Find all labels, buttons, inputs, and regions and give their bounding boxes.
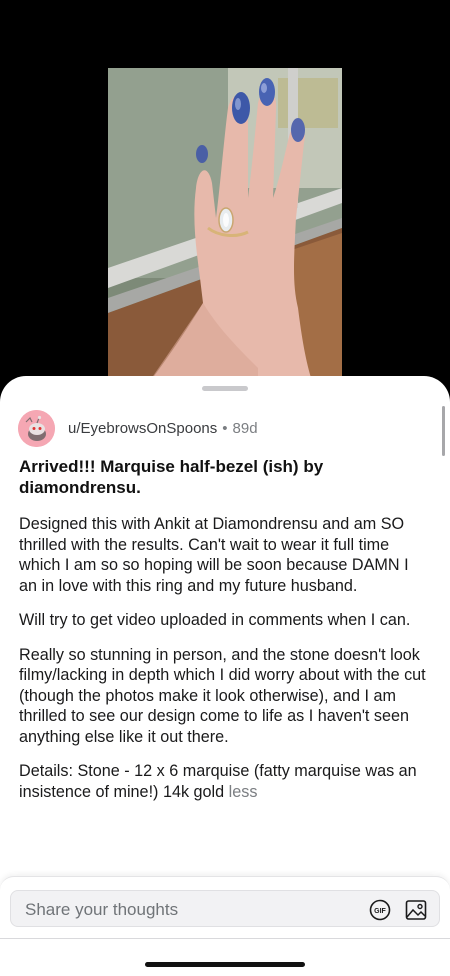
body-paragraph: Will try to get video uploaded in commen… — [19, 611, 411, 629]
post-age: 89d — [232, 419, 258, 437]
ring-hand-photo — [108, 68, 342, 398]
details-text: Details: Stone - 12 x 6 marquise (fatty … — [19, 762, 417, 801]
post-meta-row: u/EyebrowsOnSpoons • 89d — [18, 409, 258, 447]
home-indicator[interactable] — [145, 962, 305, 967]
image-icon[interactable] — [404, 898, 428, 922]
scrollbar[interactable] — [442, 406, 445, 456]
sheet-grabber[interactable] — [202, 386, 248, 391]
author-username[interactable]: u/EyebrowsOnSpoons — [68, 420, 217, 437]
less-link[interactable]: less — [229, 783, 258, 801]
comment-input[interactable]: Share your thoughts GIF — [10, 890, 440, 927]
meta-separator: • — [222, 419, 228, 437]
body-paragraph: Really so stunning in person, and the st… — [19, 645, 426, 746]
body-paragraph-details: Details: Stone - 12 x 6 marquise (fatty … — [19, 761, 431, 802]
avatar[interactable] — [18, 409, 55, 447]
author-meta: u/EyebrowsOnSpoons • 89d — [68, 420, 258, 437]
post-detail-screen: u/EyebrowsOnSpoons • 89d Arrived!!! Marq… — [0, 0, 450, 976]
comment-composer-area: Share your thoughts GIF — [0, 876, 450, 976]
comment-placeholder: Share your thoughts — [25, 900, 179, 919]
divider — [0, 938, 450, 939]
post-body: Designed this with Ankit at Diamondrensu… — [19, 514, 431, 816]
gif-icon[interactable]: GIF — [369, 899, 391, 921]
snoo-avatar-icon — [18, 409, 55, 447]
post-title: Arrived!!! Marquise half-bezel (ish) by … — [19, 457, 324, 497]
post-image[interactable] — [108, 68, 342, 398]
svg-text:GIF: GIF — [374, 908, 386, 915]
body-paragraph: Designed this with Ankit at Diamondrensu… — [19, 515, 409, 595]
